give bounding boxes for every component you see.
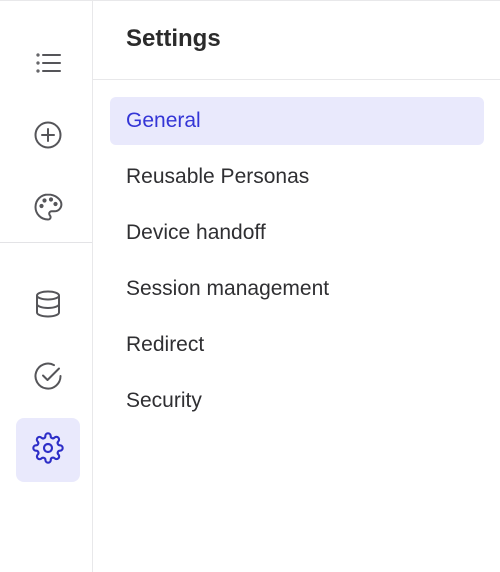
rail-item-create[interactable] xyxy=(16,105,80,169)
database-icon xyxy=(32,288,64,325)
settings-menu-item-security[interactable]: Security xyxy=(110,377,484,425)
gear-icon xyxy=(32,431,64,469)
rail-item-list[interactable] xyxy=(16,33,80,97)
app-window: Settings General Reusable Personas Devic… xyxy=(0,0,500,572)
settings-menu-item-general[interactable]: General xyxy=(110,97,484,145)
palette-icon xyxy=(32,191,64,228)
list-icon xyxy=(32,47,64,84)
page-title: Settings xyxy=(126,25,221,52)
plus-circle-icon xyxy=(32,119,64,156)
rail-item-data[interactable] xyxy=(16,274,80,338)
settings-menu: General Reusable Personas Device handoff… xyxy=(110,97,484,433)
icon-rail xyxy=(0,1,93,572)
settings-menu-item-reusable-personas[interactable]: Reusable Personas xyxy=(110,153,484,201)
settings-menu-item-session-management[interactable]: Session management xyxy=(110,265,484,313)
check-circle-icon xyxy=(32,360,64,397)
rail-item-appearance[interactable] xyxy=(16,177,80,241)
rail-divider xyxy=(0,242,92,243)
rail-item-verification[interactable] xyxy=(16,346,80,410)
settings-panel: Settings General Reusable Personas Devic… xyxy=(93,1,500,572)
settings-header: Settings xyxy=(93,1,500,80)
settings-menu-item-device-handoff[interactable]: Device handoff xyxy=(110,209,484,257)
rail-item-settings[interactable] xyxy=(16,418,80,482)
settings-menu-item-redirect[interactable]: Redirect xyxy=(110,321,484,369)
